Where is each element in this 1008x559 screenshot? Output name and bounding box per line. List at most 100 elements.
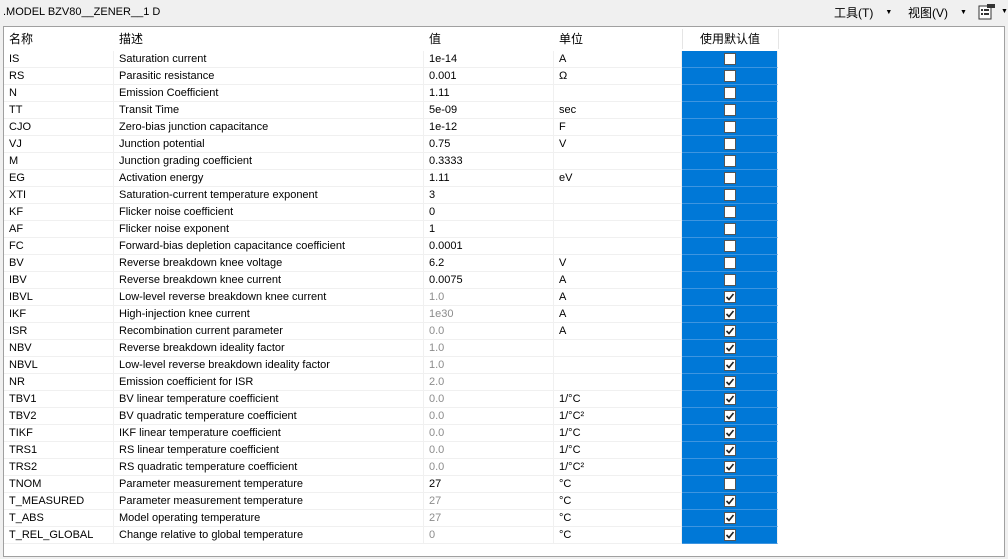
table-row[interactable]: NBVL Low-level reverse breakdown ideality… bbox=[4, 357, 1004, 374]
table-row[interactable]: BV Reverse breakdown knee voltage 6.2 V bbox=[4, 255, 1004, 272]
use-default-checkbox[interactable] bbox=[724, 325, 736, 337]
table-row[interactable]: TT Transit Time 5e-09 sec bbox=[4, 102, 1004, 119]
param-description-cell: BV quadratic temperature coefficient bbox=[114, 408, 424, 425]
param-value-cell[interactable]: 0.3333 bbox=[424, 153, 554, 170]
table-row[interactable]: AF Flicker noise exponent 1 bbox=[4, 221, 1004, 238]
use-default-checkbox[interactable] bbox=[724, 121, 736, 133]
use-default-checkbox[interactable] bbox=[724, 155, 736, 167]
column-header-value[interactable]: 值 bbox=[424, 27, 554, 51]
param-value-cell[interactable]: 0.0001 bbox=[424, 238, 554, 255]
param-name-cell: TIKF bbox=[4, 425, 114, 442]
param-value-cell[interactable]: 1.0 bbox=[424, 340, 554, 357]
table-row[interactable]: T_ABS Model operating temperature 27 °C bbox=[4, 510, 1004, 527]
use-default-checkbox[interactable] bbox=[724, 206, 736, 218]
use-default-checkbox[interactable] bbox=[724, 172, 736, 184]
table-row[interactable]: NBV Reverse breakdown ideality factor 1.0 bbox=[4, 340, 1004, 357]
column-header-description[interactable]: 描述 bbox=[114, 27, 424, 51]
use-default-checkbox[interactable] bbox=[724, 104, 736, 116]
table-row[interactable]: TRS2 RS quadratic temperature coefficient… bbox=[4, 459, 1004, 476]
table-row[interactable]: IBV Reverse breakdown knee current 0.0075 A bbox=[4, 272, 1004, 289]
use-default-checkbox[interactable] bbox=[724, 53, 736, 65]
use-default-checkbox[interactable] bbox=[724, 240, 736, 252]
use-default-checkbox[interactable] bbox=[724, 308, 736, 320]
param-value-cell[interactable]: 0.75 bbox=[424, 136, 554, 153]
param-value-cell[interactable]: 27 bbox=[424, 493, 554, 510]
param-value-cell[interactable]: 0.0 bbox=[424, 408, 554, 425]
param-value-cell[interactable]: 0.001 bbox=[424, 68, 554, 85]
param-value-cell[interactable]: 1e-14 bbox=[424, 51, 554, 68]
table-row[interactable]: NR Emission coefficient for ISR 2.0 bbox=[4, 374, 1004, 391]
table-row[interactable]: TRS1 RS linear temperature coefficient 0.0… bbox=[4, 442, 1004, 459]
table-row[interactable]: TNOM Parameter measurement temperature 27 °… bbox=[4, 476, 1004, 493]
table-row[interactable]: IS Saturation current 1e-14 A bbox=[4, 51, 1004, 68]
use-default-checkbox[interactable] bbox=[724, 274, 736, 286]
use-default-checkbox[interactable] bbox=[724, 495, 736, 507]
param-value-cell[interactable]: 27 bbox=[424, 510, 554, 527]
param-value-cell[interactable]: 27 bbox=[424, 476, 554, 493]
param-value-cell[interactable]: 0.0 bbox=[424, 459, 554, 476]
use-default-checkbox[interactable] bbox=[724, 444, 736, 456]
use-default-checkbox[interactable] bbox=[724, 512, 736, 524]
table-row[interactable]: T_MEASURED Parameter measurement temperat… bbox=[4, 493, 1004, 510]
param-value-cell[interactable]: 2.0 bbox=[424, 374, 554, 391]
param-value-cell[interactable]: 1.0 bbox=[424, 289, 554, 306]
param-value-cell[interactable]: 0 bbox=[424, 204, 554, 221]
use-default-checkbox[interactable] bbox=[724, 87, 736, 99]
param-value-cell[interactable]: 1.0 bbox=[424, 357, 554, 374]
table-row[interactable]: EG Activation energy 1.11 eV bbox=[4, 170, 1004, 187]
use-default-checkbox[interactable] bbox=[724, 410, 736, 422]
use-default-checkbox[interactable] bbox=[724, 478, 736, 490]
param-value-cell[interactable]: 1 bbox=[424, 221, 554, 238]
checkmark-icon bbox=[725, 497, 735, 505]
use-default-checkbox[interactable] bbox=[724, 461, 736, 473]
table-row[interactable]: KF Flicker noise coefficient 0 bbox=[4, 204, 1004, 221]
table-row[interactable]: TBV1 BV linear temperature coefficient 0.0… bbox=[4, 391, 1004, 408]
use-default-checkbox[interactable] bbox=[724, 376, 736, 388]
param-value-cell[interactable]: 6.2 bbox=[424, 255, 554, 272]
table-row[interactable]: CJO Zero-bias junction capacitance 1e-12 F bbox=[4, 119, 1004, 136]
use-default-checkbox[interactable] bbox=[724, 189, 736, 201]
param-value-cell[interactable]: 1.11 bbox=[424, 170, 554, 187]
use-default-checkbox[interactable] bbox=[724, 393, 736, 405]
tools-menu[interactable]: 工具(T) ▼ bbox=[834, 4, 892, 20]
use-default-checkbox[interactable] bbox=[724, 70, 736, 82]
param-value-cell[interactable]: 0.0075 bbox=[424, 272, 554, 289]
use-default-checkbox[interactable] bbox=[724, 529, 736, 541]
table-row[interactable]: M Junction grading coefficient 0.3333 bbox=[4, 153, 1004, 170]
properties-menu[interactable]: ▼ bbox=[978, 3, 1008, 19]
param-value-cell[interactable]: 3 bbox=[424, 187, 554, 204]
use-default-checkbox[interactable] bbox=[724, 138, 736, 150]
param-unit-cell bbox=[554, 238, 682, 255]
table-row[interactable]: T_REL_GLOBAL Change relative to global te… bbox=[4, 527, 1004, 544]
use-default-checkbox[interactable] bbox=[724, 257, 736, 269]
use-default-checkbox[interactable] bbox=[724, 291, 736, 303]
param-value-cell[interactable]: 1e30 bbox=[424, 306, 554, 323]
column-header-use-default[interactable]: 使用默认值 bbox=[682, 27, 778, 51]
param-value-cell[interactable]: 0.0 bbox=[424, 442, 554, 459]
param-value-cell[interactable]: 1.11 bbox=[424, 85, 554, 102]
view-menu[interactable]: 视图(V) ▼ bbox=[908, 4, 967, 20]
param-value-cell[interactable]: 5e-09 bbox=[424, 102, 554, 119]
param-value-cell[interactable]: 0 bbox=[424, 527, 554, 544]
param-value-cell[interactable]: 0.0 bbox=[424, 323, 554, 340]
use-default-cell bbox=[682, 136, 778, 153]
use-default-checkbox[interactable] bbox=[724, 427, 736, 439]
param-value-cell[interactable]: 1e-12 bbox=[424, 119, 554, 136]
column-header-name[interactable]: 名称 bbox=[4, 27, 114, 51]
table-row[interactable]: N Emission Coefficient 1.11 bbox=[4, 85, 1004, 102]
table-row[interactable]: XTI Saturation-current temperature expone… bbox=[4, 187, 1004, 204]
use-default-checkbox[interactable] bbox=[724, 359, 736, 371]
column-header-unit[interactable]: 单位 bbox=[554, 27, 682, 51]
use-default-checkbox[interactable] bbox=[724, 223, 736, 235]
use-default-checkbox[interactable] bbox=[724, 342, 736, 354]
param-value-cell[interactable]: 0.0 bbox=[424, 425, 554, 442]
table-row[interactable]: IKF High-injection knee current 1e30 A bbox=[4, 306, 1004, 323]
table-row[interactable]: ISR Recombination current parameter 0.0 A bbox=[4, 323, 1004, 340]
table-row[interactable]: VJ Junction potential 0.75 V bbox=[4, 136, 1004, 153]
param-value-cell[interactable]: 0.0 bbox=[424, 391, 554, 408]
table-row[interactable]: RS Parasitic resistance 0.001 Ω bbox=[4, 68, 1004, 85]
table-row[interactable]: IBVL Low-level reverse breakdown knee cur… bbox=[4, 289, 1004, 306]
table-row[interactable]: FC Forward-bias depletion capacitance coe… bbox=[4, 238, 1004, 255]
table-row[interactable]: TIKF IKF linear temperature coefficient 0.… bbox=[4, 425, 1004, 442]
table-row[interactable]: TBV2 BV quadratic temperature coefficient… bbox=[4, 408, 1004, 425]
